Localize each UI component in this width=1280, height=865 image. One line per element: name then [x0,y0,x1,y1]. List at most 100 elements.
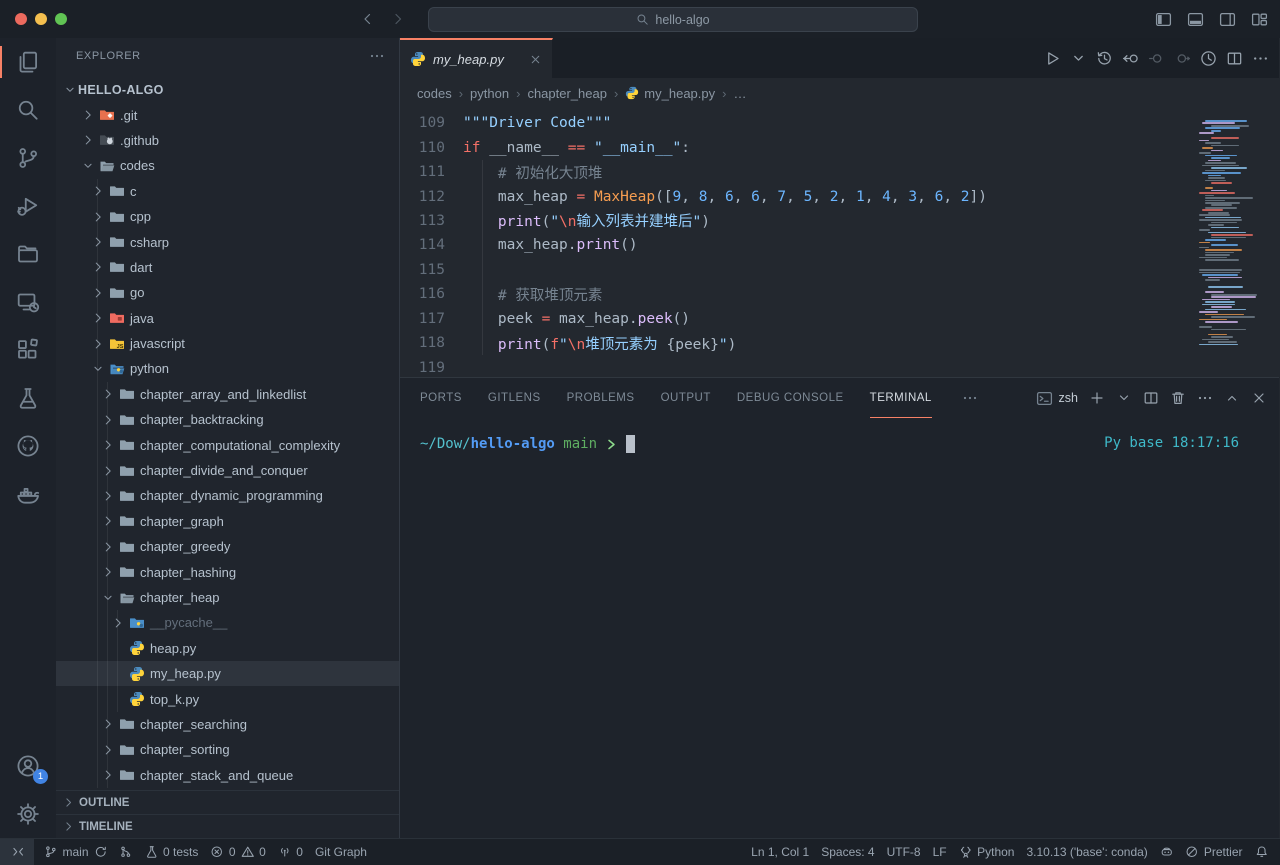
activity-item-source-control[interactable] [0,134,56,182]
layout-customize-icon[interactable] [1251,11,1268,28]
panel-tab-terminal[interactable]: TERMINAL [870,378,932,418]
tree-item-javascript[interactable]: JSjavascript [56,331,399,356]
kill-terminal-button[interactable] [1170,390,1186,406]
git-graph-label[interactable]: Git Graph [309,839,373,865]
next-change-button[interactable] [1174,50,1191,67]
activity-item-testing[interactable] [0,374,56,422]
activity-item-run-debug[interactable] [0,182,56,230]
breadcrumb-item[interactable]: codes [417,86,452,101]
tree-item-cpp[interactable]: cpp [56,204,399,229]
encoding[interactable]: UTF-8 [881,839,927,865]
open-changes-button[interactable] [1122,50,1139,67]
run-python-file-button[interactable] [1044,50,1061,67]
code-editor[interactable]: 109"""Driver Code"""110if __name__ == "_… [400,108,1279,377]
new-terminal-button[interactable] [1089,390,1105,406]
branch-status[interactable]: main [38,839,113,865]
outline-section[interactable]: OUTLINE [56,790,399,814]
breadcrumb-item[interactable]: my_heap.py [625,86,715,101]
terminal-instance-zsh[interactable]: zsh [1036,390,1078,407]
remote-icon [10,845,24,859]
tree-item-python[interactable]: python [56,356,399,381]
maximize-panel-button[interactable] [1224,390,1240,406]
activity-item-search[interactable] [0,86,56,134]
chevron-right-icon [80,108,96,122]
more-actions-button[interactable] [1252,50,1269,67]
tree-item--git[interactable]: .git [56,102,399,127]
close-panel-button[interactable] [1251,390,1267,406]
layout-sidebar-right-icon[interactable] [1219,11,1236,28]
editor-scrollbar[interactable] [1265,108,1279,377]
tree-item-label: chapter_computational_complexity [140,438,340,453]
panel-tab-problems[interactable]: PROBLEMS [567,378,635,418]
tree-item--github[interactable]: .github [56,128,399,153]
gitlens-file-history-button[interactable] [1200,50,1217,67]
line-number: 119 [400,360,445,376]
tree-item-hello-algo[interactable]: HELLO-ALGO [56,77,399,102]
cursor-position[interactable]: Ln 1, Col 1 [745,839,815,865]
activity-item-remote-explorer[interactable] [0,278,56,326]
panel-more-button[interactable] [1197,390,1213,406]
git-graph-button[interactable] [113,839,139,865]
command-center-search[interactable]: hello-algo [428,7,918,32]
tree-item-java[interactable]: java [56,306,399,331]
panel-tab-gitlens[interactable]: GITLENS [488,378,541,418]
tree-item-codes[interactable]: codes [56,153,399,178]
minimap[interactable] [1199,108,1265,377]
breadcrumb-item[interactable]: chapter_heap [527,86,607,101]
breadcrumb-label: … [733,86,746,101]
terminal[interactable]: ~/Dow/hello-algo main Py base 18:17:16 [400,418,1279,838]
notifications-bell[interactable] [1249,839,1275,865]
tree-item-csharp[interactable]: csharp [56,229,399,254]
tests-status[interactable]: 0 tests [139,839,205,865]
activity-item-explorer[interactable] [0,38,56,86]
tab-my-heap-py[interactable]: my_heap.py [400,38,553,78]
problems-status[interactable]: 00 [204,839,271,865]
panel-tab-ports[interactable]: PORTS [420,378,462,418]
timeline-history-button[interactable] [1096,50,1113,67]
breadcrumb-item[interactable]: … [733,86,746,101]
previous-change-button[interactable] [1148,50,1165,67]
ports-status[interactable]: 0 [272,839,309,865]
activity-item-file-folders[interactable] [0,230,56,278]
split-terminal-button[interactable] [1143,390,1159,406]
timeline-section[interactable]: TIMELINE [56,814,399,838]
activity-item-docker[interactable] [0,470,56,518]
terminal-prompt: ~/Dow/hello-algo main [420,435,635,453]
tree-item-c[interactable]: c [56,179,399,204]
folder-icon [108,310,125,326]
activity-item-extensions[interactable] [0,326,56,374]
panel-tab-output[interactable]: OUTPUT [661,378,711,418]
split-editor-button[interactable] [1226,50,1243,67]
breadcrumb-item[interactable]: python [470,86,509,101]
layout-panel-icon[interactable] [1187,11,1204,28]
run-dropdown-button[interactable] [1070,50,1087,67]
panel-tab-debug-console[interactable]: DEBUG CONSOLE [737,378,844,418]
indentation[interactable]: Spaces: 4 [815,839,880,865]
activity-item-settings[interactable] [0,790,56,838]
activity-item-accounts[interactable]: 1 [0,742,56,790]
zoom-window-button[interactable] [55,13,67,25]
python-interpreter[interactable]: 3.10.13 ('base': conda) [1020,839,1153,865]
history-back-button[interactable] [360,11,376,27]
explorer-more-actions-icon[interactable] [369,48,385,64]
prettier-status[interactable]: Prettier [1179,839,1248,865]
search-icon [16,98,40,122]
remote-indicator[interactable] [0,839,34,865]
history-forward-button[interactable] [390,11,406,27]
close-tab-icon[interactable] [529,53,542,66]
copilot-status[interactable] [1154,839,1180,865]
close-window-button[interactable] [15,13,27,25]
panel-more-tabs-icon[interactable] [962,390,978,406]
terminal-dropdown-button[interactable] [1116,390,1132,406]
minimize-window-button[interactable] [35,13,47,25]
language-mode[interactable]: Python [953,839,1021,865]
breadcrumb-separator-icon: › [516,86,520,101]
tree-item-dart[interactable]: dart [56,255,399,280]
chevron-right-icon [90,184,106,198]
account-badge: 1 [33,769,48,784]
tree-item-go[interactable]: go [56,280,399,305]
tree-item-label: .git [120,108,137,123]
layout-sidebar-left-icon[interactable] [1155,11,1172,28]
activity-item-github[interactable] [0,422,56,470]
eol[interactable]: LF [927,839,953,865]
